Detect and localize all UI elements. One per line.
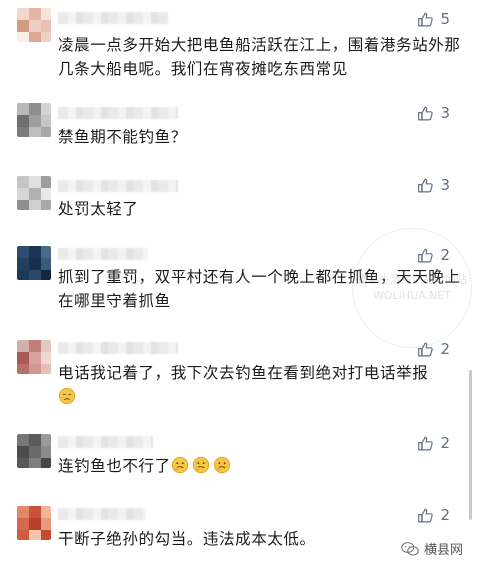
comment-text-content: 禁鱼期不能钓鱼？ <box>58 128 187 146</box>
comment-text-content: 处罚太轻了 <box>58 200 139 218</box>
thumbs-up-icon <box>418 436 434 450</box>
thumbs-up-icon <box>418 508 434 522</box>
brand-badge: 横县网 <box>401 539 463 558</box>
like-button[interactable]: 5 <box>417 10 450 28</box>
thinking-face-icon <box>171 456 188 474</box>
comment-text-content: 凌晨一点多开始大把电鱼船活跃在江上，围着港务站外那几条大船电呢。我们在宵夜摊吃东… <box>58 36 461 78</box>
nickname-blurred <box>58 107 178 119</box>
nickname-blurred <box>58 248 148 260</box>
avatar[interactable] <box>17 434 51 468</box>
thumbs-up-icon <box>418 106 434 120</box>
thumbs-up-icon <box>418 178 434 192</box>
wechat-icon <box>401 541 419 556</box>
disappointed-face-icon <box>58 387 76 405</box>
like-button[interactable]: 3 <box>417 104 450 122</box>
avatar[interactable] <box>17 506 51 540</box>
avatar[interactable] <box>17 103 51 137</box>
comment-text-content: 干断子绝孙的勾当。违法成本太低。 <box>58 530 316 548</box>
like-button[interactable]: 2 <box>417 434 450 452</box>
avatar[interactable] <box>17 246 51 280</box>
scrollbar[interactable] <box>469 370 472 520</box>
like-button[interactable]: 2 <box>417 506 450 524</box>
like-count: 5 <box>440 10 450 28</box>
like-count: 2 <box>440 434 450 452</box>
thumbs-up-icon <box>418 12 434 26</box>
comment-text: 处罚太轻了 <box>58 197 461 221</box>
comment-text-content: 电话我记着了，我下次去钓鱼在看到绝对打电话举报 <box>58 364 429 382</box>
like-button[interactable]: 3 <box>417 176 450 194</box>
like-count: 3 <box>440 104 450 122</box>
nickname-blurred <box>58 436 153 448</box>
comment-text-content: 连钓鱼也不行了 <box>58 457 171 475</box>
thinking-face-icon <box>213 456 230 474</box>
nickname-blurred <box>58 342 178 354</box>
like-count: 2 <box>440 506 450 524</box>
comment-text: 电话我记着了，我下次去钓鱼在看到绝对打电话举报 <box>58 361 461 409</box>
like-count: 3 <box>440 176 450 194</box>
like-count: 2 <box>440 340 450 358</box>
avatar[interactable] <box>17 176 51 210</box>
comment-text: 连钓鱼也不行了 <box>58 454 461 478</box>
watermark-seal: 横县生活资讯品牌网站 WOLIHUA.NET <box>352 228 472 348</box>
comment-text: 禁鱼期不能钓鱼？ <box>58 125 461 149</box>
watermark-line1: 横县生活资讯品牌网站 <box>357 273 467 286</box>
watermark-line2: WOLIHUA.NET <box>373 289 451 302</box>
thinking-face-icon <box>192 456 209 474</box>
avatar[interactable] <box>17 8 51 42</box>
comment-text: 凌晨一点多开始大把电鱼船活跃在江上，围着港务站外那几条大船电呢。我们在宵夜摊吃东… <box>58 33 461 81</box>
nickname-blurred <box>58 12 168 24</box>
avatar[interactable] <box>17 340 51 374</box>
nickname-blurred <box>58 180 178 192</box>
nickname-blurred <box>58 508 146 520</box>
brand-name: 横县网 <box>423 543 463 558</box>
